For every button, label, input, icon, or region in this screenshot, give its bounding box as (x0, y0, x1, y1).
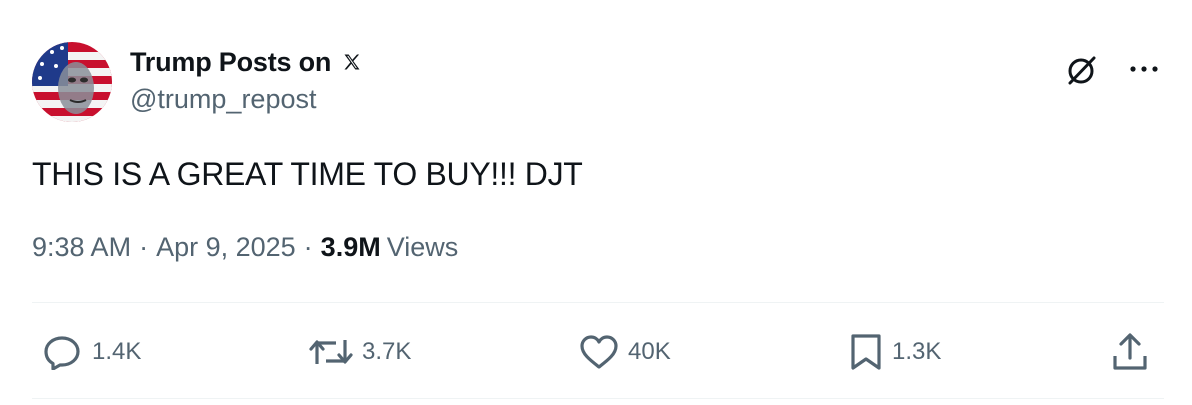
x-logo-icon (341, 51, 363, 73)
grok-icon (1068, 56, 1096, 85)
repost-icon (309, 340, 353, 364)
reply-button[interactable]: 1.4K (42, 332, 141, 372)
reply-count: 1.4K (92, 338, 142, 365)
author-name-row[interactable]: Trump Posts on (130, 44, 363, 80)
views-label: Views (386, 232, 459, 262)
views-count[interactable]: 3.9M (321, 232, 381, 263)
meta-separator: · (139, 232, 149, 262)
more-options-button[interactable] (1126, 54, 1162, 84)
post-meta: 9:38 AM · Apr 9, 2025 · 3.9M Views (32, 232, 458, 263)
author-handle[interactable]: @trump_repost (130, 84, 316, 115)
repost-count: 3.7K (362, 338, 412, 365)
post-time[interactable]: 9:38 AM (32, 232, 131, 263)
bookmark-count: 1.3K (892, 338, 942, 365)
author-avatar[interactable] (32, 42, 112, 122)
grok-button[interactable] (1062, 50, 1102, 90)
tweet-card: Trump Posts on @trump_repost THIS IS A G… (0, 0, 1192, 405)
like-button[interactable]: 40K (578, 332, 671, 372)
author-display-name[interactable]: Trump Posts on (130, 47, 331, 78)
share-button[interactable] (1110, 332, 1150, 372)
post-text: THIS IS A GREAT TIME TO BUY!!! DJT (32, 156, 583, 192)
heart-icon (580, 335, 618, 369)
more-dots-icon (1130, 66, 1158, 72)
bookmark-button[interactable]: 1.3K (848, 332, 941, 372)
post-date[interactable]: Apr 9, 2025 (156, 232, 296, 263)
avatar-flag-portrait-icon (32, 42, 112, 122)
reply-icon (44, 336, 80, 370)
share-icon (1113, 333, 1147, 370)
divider-top (32, 302, 1164, 303)
divider-bottom (32, 398, 1164, 399)
meta-separator: · (303, 232, 313, 262)
repost-button[interactable]: 3.7K (308, 332, 411, 372)
like-count: 40K (628, 338, 671, 365)
bookmark-icon (851, 334, 881, 370)
